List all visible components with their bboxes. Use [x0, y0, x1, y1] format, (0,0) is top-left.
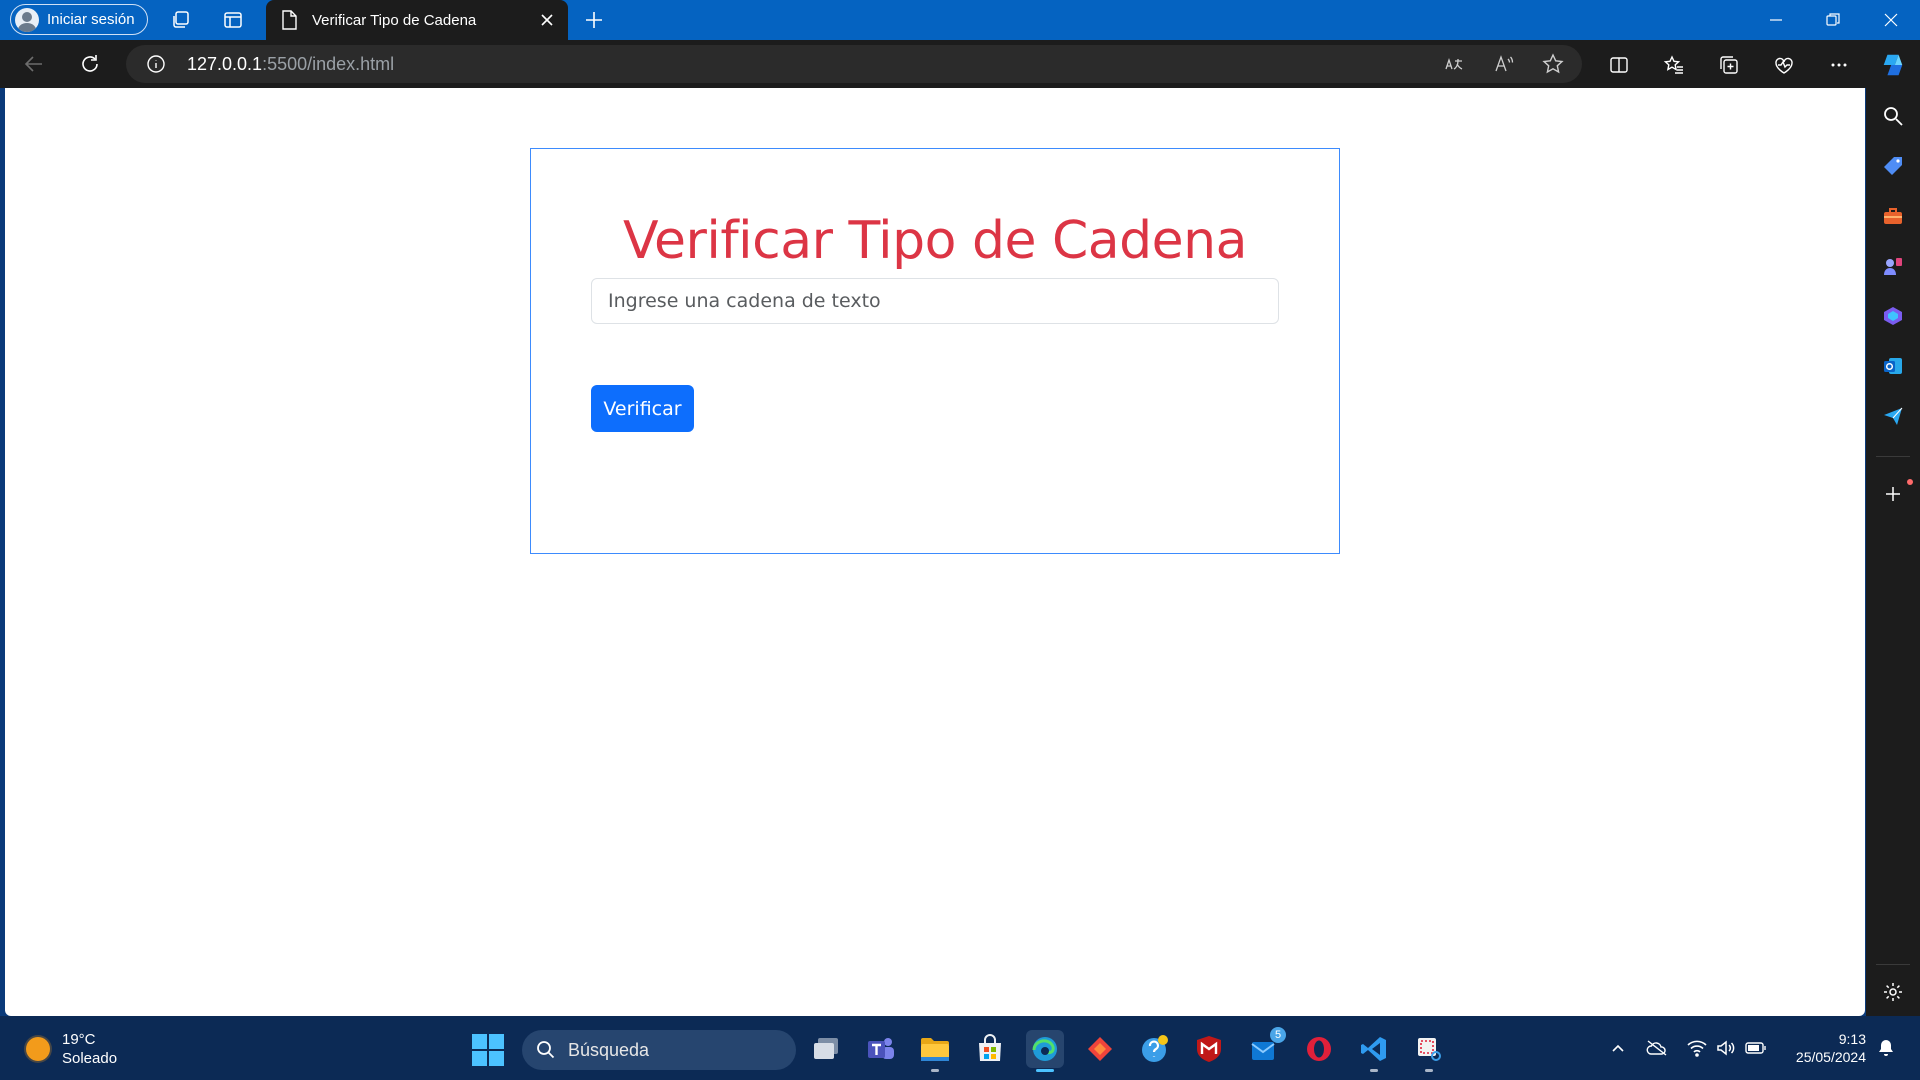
back-icon[interactable] [22, 52, 46, 76]
weather-text: Soleado [62, 1050, 118, 1067]
copilot-sidebar-icon[interactable] [1881, 304, 1905, 328]
sidebar-separator [1876, 964, 1910, 965]
profile-label: Iniciar sesión [47, 11, 135, 28]
avatar [15, 7, 39, 32]
close-tab-icon[interactable] [540, 13, 554, 27]
url-path: :5500/index.html [262, 54, 395, 74]
start-pane [489, 1034, 504, 1049]
clock-date: 25/05/2024 [1795, 1049, 1866, 1065]
restore-icon[interactable] [1805, 0, 1861, 40]
volume-icon[interactable] [1714, 1036, 1738, 1060]
teams-icon[interactable] [862, 1030, 900, 1068]
page-viewport: Verificar Tipo de Cadena Verificar [5, 88, 1865, 1016]
more-options-icon[interactable] [1826, 52, 1852, 78]
collections-icon[interactable] [1716, 52, 1742, 78]
active-indicator [1036, 1069, 1054, 1072]
sun-icon [26, 1037, 50, 1061]
sidebar-separator [1876, 456, 1910, 457]
notifications-bell-icon[interactable] [1874, 1036, 1898, 1060]
new-tab-icon[interactable] [582, 8, 606, 32]
mcafee-icon[interactable] [1190, 1030, 1228, 1068]
read-aloud-icon[interactable] [1492, 52, 1516, 76]
search-label: Búsqueda [568, 1039, 650, 1060]
notification-dot [1907, 479, 1913, 485]
tab-active[interactable]: Verificar Tipo de Cadena [266, 0, 568, 40]
help-icon[interactable] [1136, 1030, 1174, 1068]
profile-button[interactable]: Iniciar sesión [10, 4, 148, 35]
snipping-tool-icon[interactable] [1410, 1030, 1448, 1072]
settings-icon[interactable] [1881, 980, 1905, 1004]
verify-button[interactable]: Verificar [591, 385, 694, 432]
search-icon[interactable] [1881, 104, 1905, 128]
minimize-icon[interactable] [1748, 0, 1804, 40]
edge-sidebar [1866, 88, 1920, 1016]
text-input[interactable] [591, 278, 1279, 324]
close-window-icon[interactable] [1863, 0, 1919, 40]
clock-time: 9:13 [1838, 1031, 1866, 1047]
url-host: 127.0.0.1 [187, 54, 263, 74]
form-card: Verificar Tipo de Cadena Verificar [530, 148, 1340, 554]
page-icon [282, 10, 297, 30]
split-screen-icon[interactable] [1606, 52, 1632, 78]
favorite-star-icon[interactable] [1541, 52, 1565, 76]
start-pane [472, 1034, 487, 1049]
chevron-up-icon[interactable] [1606, 1036, 1630, 1060]
tools-icon[interactable] [1881, 204, 1905, 228]
add-icon[interactable] [1881, 479, 1913, 506]
start-pane [489, 1051, 504, 1066]
weather-widget[interactable]: 19°C Soleado [26, 1030, 117, 1068]
tab-title: Verificar Tipo de Cadena [312, 11, 477, 29]
url-text[interactable]: 127.0.0.1:5500/index.html [187, 54, 394, 75]
tab-actions-icon[interactable] [221, 8, 245, 32]
browser-title-bar: Iniciar sesión Verificar Tipo de Cadena [0, 0, 1920, 40]
microsoft-store-icon[interactable] [971, 1030, 1009, 1068]
taskbar-search[interactable]: Búsqueda [522, 1030, 796, 1070]
running-indicator [1425, 1069, 1433, 1072]
taskbar-clock[interactable]: 9:13 25/05/2024 [1766, 1030, 1866, 1066]
games-icon[interactable] [1881, 254, 1905, 278]
outlook-icon[interactable] [1881, 354, 1905, 378]
edge-browser-icon[interactable] [1026, 1030, 1064, 1072]
vscode-icon[interactable] [1355, 1030, 1393, 1072]
page-title: Verificar Tipo de Cadena [623, 211, 1247, 271]
refresh-icon[interactable] [78, 52, 102, 76]
info-icon[interactable] [146, 54, 166, 74]
start-pane [472, 1051, 487, 1066]
running-indicator [931, 1069, 939, 1072]
battery-icon[interactable] [1744, 1036, 1768, 1060]
windows-taskbar: 19°C Soleado Búsqueda 5 9:13 25/05/2024 [0, 1016, 1920, 1080]
task-view-icon[interactable] [807, 1030, 845, 1068]
file-explorer-icon[interactable] [916, 1030, 954, 1072]
address-bar[interactable]: 127.0.0.1:5500/index.html [126, 45, 1582, 83]
mail-icon[interactable]: 5 [1245, 1027, 1286, 1068]
shopping-tag-icon[interactable] [1881, 154, 1905, 178]
running-indicator [1370, 1069, 1378, 1072]
wifi-icon[interactable] [1685, 1036, 1709, 1060]
weather-temp: 19°C [62, 1031, 96, 1048]
browser-essentials-icon[interactable] [1771, 52, 1797, 78]
favorites-icon[interactable] [1661, 52, 1687, 78]
send-icon[interactable] [1881, 404, 1905, 428]
windows-start-icon[interactable] [472, 1034, 504, 1066]
translate-icon[interactable] [1442, 52, 1466, 76]
mail-badge: 5 [1270, 1027, 1286, 1043]
opera-icon[interactable] [1300, 1030, 1338, 1068]
browser-toolbar: 127.0.0.1:5500/index.html [0, 40, 1920, 88]
copilot-icon[interactable] [1880, 52, 1906, 78]
anydesk-icon[interactable] [1081, 1030, 1119, 1068]
search-icon [537, 1041, 555, 1059]
onedrive-offline-icon[interactable] [1645, 1036, 1669, 1060]
workspaces-icon[interactable] [169, 8, 193, 32]
